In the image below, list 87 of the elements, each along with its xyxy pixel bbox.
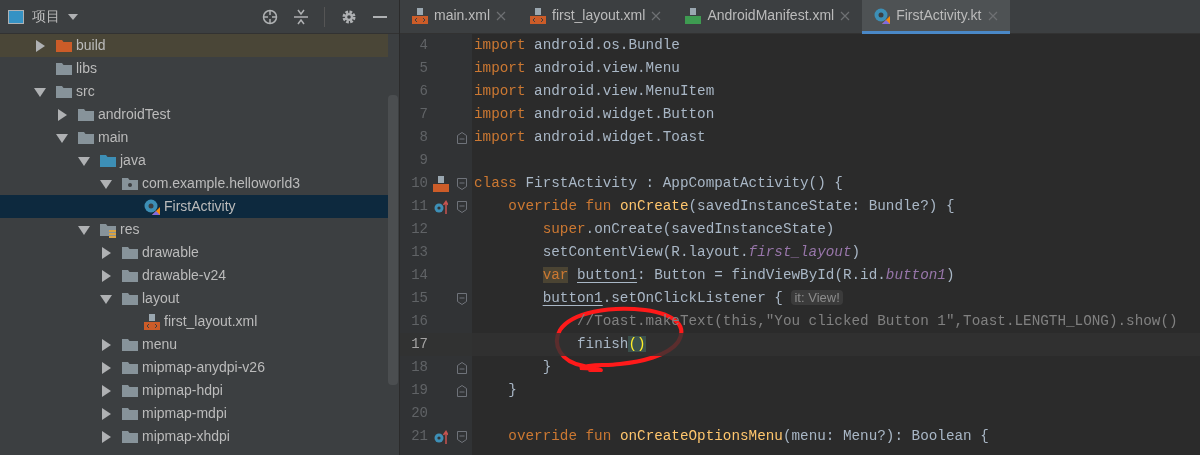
editor-tab[interactable]: first_layout.xml <box>518 0 674 34</box>
tree-item[interactable]: drawable <box>0 241 388 264</box>
folder-icon <box>122 244 138 261</box>
manifest-file-icon <box>685 7 702 24</box>
editor-tab[interactable]: main.xml <box>400 0 518 34</box>
tree-item[interactable]: main <box>0 126 388 149</box>
tree-item[interactable]: mipmap-anydpi-v26 <box>0 356 388 379</box>
expand-arrow-icon[interactable] <box>56 131 68 144</box>
tree-item[interactable]: mipmap-hdpi <box>0 379 388 402</box>
tree-item[interactable]: mipmap-mdpi <box>0 402 388 425</box>
code-line: setContentView(R.layout.first_layout) <box>541 242 861 262</box>
expand-arrow-icon[interactable] <box>56 108 68 121</box>
code-line: super.onCreate(savedInstanceState) <box>541 219 835 239</box>
code-line: } <box>507 380 517 400</box>
close-icon <box>496 10 506 21</box>
code-line: import android.widget.Button <box>474 104 715 124</box>
code-line: override fun onCreateOptionsMenu(menu: Menu?): Boolean { <box>507 426 989 446</box>
folder-icon <box>78 106 94 123</box>
tree-item[interactable]: build <box>0 34 388 57</box>
code-line: override fun onCreate(savedInstanceState: Bundle?) { <box>507 196 955 216</box>
tree-item[interactable]: src <box>0 80 388 103</box>
locate-icon[interactable] <box>262 8 278 25</box>
minimize-icon[interactable] <box>373 15 387 18</box>
tree-item[interactable]: libs <box>0 57 388 80</box>
expand-arrow-icon[interactable] <box>100 177 112 190</box>
scrollbar-thumb[interactable] <box>388 95 398 385</box>
code-line: import android.widget.Toast <box>474 127 706 147</box>
folder-icon <box>78 129 94 146</box>
tree-item[interactable]: FirstActivity <box>0 195 388 218</box>
folder-icon <box>122 382 138 399</box>
expand-arrow-icon[interactable] <box>100 407 112 420</box>
kotlin-class-icon <box>874 7 891 24</box>
expand-arrow-icon[interactable] <box>78 154 90 167</box>
folder-icon <box>56 60 72 77</box>
code-line: class FirstActivity : AppCompatActivity() { <box>474 173 843 193</box>
xml-file-icon <box>412 7 428 24</box>
tree-item[interactable]: androidTest <box>0 103 388 126</box>
dropdown-caret-icon[interactable] <box>68 13 78 20</box>
code-line: import android.view.Menu <box>474 58 680 78</box>
expand-arrow-icon[interactable] <box>100 361 112 374</box>
tree-item[interactable]: first_layout.xml <box>0 310 388 333</box>
expand-arrow-icon[interactable] <box>100 338 112 351</box>
code-line: } <box>541 357 552 377</box>
expand-arrow-icon[interactable] <box>100 292 112 305</box>
code-line: button1.setOnClickListener { it: View! <box>474 287 843 310</box>
folder-icon <box>122 267 138 284</box>
close-icon <box>987 10 998 21</box>
expand-arrow-icon[interactable] <box>100 269 112 282</box>
folder-icon <box>122 428 138 445</box>
folder-icon <box>56 37 72 54</box>
collapse-all-icon[interactable] <box>294 8 308 25</box>
panel-title: 项目 <box>32 7 60 26</box>
folder-icon <box>56 83 72 100</box>
code-line: import android.view.MenuItem <box>474 81 715 101</box>
resource-folder-icon <box>100 221 116 238</box>
xml-file-icon <box>144 313 160 330</box>
folder-icon <box>122 359 138 376</box>
expand-arrow-icon[interactable] <box>100 246 112 259</box>
tree-item[interactable]: java <box>0 149 388 172</box>
folder-icon <box>100 152 116 169</box>
xml-file-icon <box>530 7 546 24</box>
folder-icon <box>122 405 138 422</box>
panel-icon <box>8 9 24 24</box>
tree-item[interactable]: com.example.helloworld3 <box>0 172 388 195</box>
tree-item[interactable]: res <box>0 218 388 241</box>
tree-item[interactable]: menu <box>0 333 388 356</box>
tree-item[interactable]: drawable-v24 <box>0 264 388 287</box>
folder-icon <box>122 336 138 353</box>
expand-arrow-icon[interactable] <box>78 223 90 236</box>
line-number: 17 <box>410 335 428 354</box>
code-line: import android.os.Bundle <box>474 35 680 55</box>
expand-arrow-icon[interactable] <box>34 85 46 98</box>
tree-item[interactable]: mipmap-xhdpi <box>0 425 388 448</box>
expand-arrow-icon[interactable] <box>34 39 46 52</box>
expand-arrow-icon[interactable] <box>100 384 112 397</box>
close-icon <box>840 10 851 21</box>
code-line: var button1: Button = findViewById(R.id.button1) <box>541 265 955 285</box>
folder-icon <box>122 290 138 307</box>
editor-tab[interactable]: AndroidManifest.xml <box>673 0 863 34</box>
tree-item[interactable]: layout <box>0 287 388 310</box>
settings-icon[interactable] <box>341 8 357 25</box>
kotlin-class-icon <box>144 198 160 215</box>
code-line: finish() <box>575 334 646 354</box>
package-icon <box>122 175 138 192</box>
close-icon <box>651 10 662 21</box>
editor-tab[interactable]: FirstActivity.kt <box>862 0 1010 34</box>
expand-arrow-icon[interactable] <box>100 430 112 443</box>
